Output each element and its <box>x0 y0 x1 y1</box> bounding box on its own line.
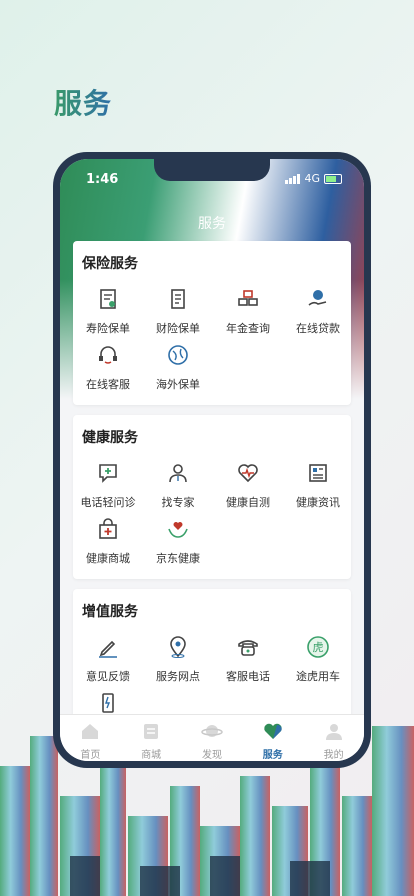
service-item[interactable]: 京东健康 <box>143 517 213 566</box>
service-item[interactable]: 健康资讯 <box>283 461 353 510</box>
service-item[interactable]: 虎 途虎用车 <box>283 635 353 684</box>
tab-store[interactable]: 商城 <box>121 715 182 761</box>
service-item[interactable]: 服务网点 <box>143 635 213 684</box>
document-icon <box>100 289 116 309</box>
gold-bars-icon <box>238 290 258 306</box>
service-item[interactable]: 意见反馈 <box>73 635 143 684</box>
bottom-tab-bar: 首页 商城 发现 服务 我的 <box>60 714 364 761</box>
signal-icon <box>285 173 301 184</box>
planet-icon <box>201 725 223 737</box>
nav-title: 服务 <box>198 216 226 232</box>
section-title: 健康服务 <box>82 430 138 446</box>
scroll-icon <box>171 289 185 309</box>
headset-icon <box>99 346 117 364</box>
shopping-bag-icon <box>99 518 117 539</box>
service-item[interactable]: 年金查询 <box>213 287 283 336</box>
service-item[interactable]: 电话轻问诊 <box>73 461 143 510</box>
phone-doc-icon <box>102 693 114 713</box>
tab-service[interactable]: 服务 <box>242 715 303 761</box>
tab-discover[interactable]: 发现 <box>182 715 243 761</box>
home-icon <box>82 724 99 739</box>
page-headline: 服务 <box>54 82 112 122</box>
service-item[interactable]: 客服电话 <box>213 635 283 684</box>
section-title: 增值服务 <box>82 604 138 620</box>
service-item[interactable]: 健康商城 <box>73 517 143 566</box>
status-time: 1:46 <box>86 172 119 187</box>
tiger-icon: 虎 <box>307 636 329 658</box>
service-item[interactable]: 寿险保单 <box>73 287 143 336</box>
phone-notch <box>154 159 270 181</box>
phone-mockup: 1:46 4G 服务 保险服务 寿险保单 财险保单 年金查询 在线贷款 在线客服… <box>53 152 371 768</box>
service-item[interactable]: 在线客服 <box>73 343 143 392</box>
service-item[interactable]: 健康自测 <box>213 461 283 510</box>
status-indicators: 4G <box>285 172 342 185</box>
location-pin-icon <box>170 636 186 658</box>
section-insurance: 保险服务 寿险保单 财险保单 年金查询 在线贷款 在线客服 海外保单 <box>73 241 351 405</box>
section-title: 保险服务 <box>82 256 138 272</box>
svg-text:虎: 虎 <box>313 641 324 654</box>
battery-icon <box>324 173 342 184</box>
heartbeat-icon <box>238 464 258 483</box>
telephone-icon <box>238 640 258 656</box>
service-item[interactable]: 在线贷款 <box>283 287 353 336</box>
tab-profile[interactable]: 我的 <box>303 715 364 761</box>
section-value-added: 增值服务 意见反馈 服务网点 客服电话 虎 途虎用车 <box>73 589 351 729</box>
service-item[interactable]: 找专家 <box>143 461 213 510</box>
store-icon <box>144 724 159 739</box>
chat-plus-icon <box>99 464 117 483</box>
service-item[interactable]: 财险保单 <box>143 287 213 336</box>
globe-icon <box>168 345 188 365</box>
network-label: 4G <box>304 172 320 185</box>
pencil-icon <box>99 640 117 658</box>
tab-home[interactable]: 首页 <box>60 715 121 761</box>
heart-hands-icon <box>168 522 188 538</box>
heart-service-icon <box>264 723 282 739</box>
news-icon <box>309 464 327 482</box>
doctor-icon <box>169 464 187 483</box>
section-health: 健康服务 电话轻问诊 找专家 健康自测 健康资讯 健康商城 京东健康 <box>73 415 351 579</box>
loan-hand-icon <box>308 290 327 306</box>
app-screen: 1:46 4G 服务 保险服务 寿险保单 财险保单 年金查询 在线贷款 在线客服… <box>60 159 364 761</box>
profile-icon <box>325 724 342 740</box>
service-item[interactable]: 海外保单 <box>143 343 213 392</box>
